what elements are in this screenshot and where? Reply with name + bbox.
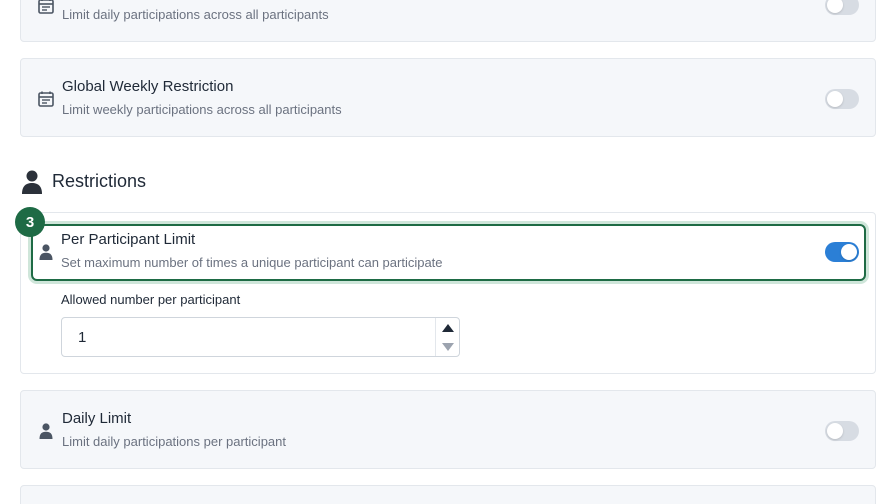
person-icon [37, 243, 55, 261]
global-daily-toggle[interactable] [825, 0, 859, 15]
daily-limit-description: Limit daily participations per participa… [62, 434, 286, 449]
daily-limit-toggle[interactable] [825, 421, 859, 441]
global-daily-card: Limit daily participations across all pa… [20, 0, 876, 42]
toggle-knob [841, 244, 857, 260]
calendar-icon [37, 0, 55, 15]
toggle-knob [827, 91, 843, 107]
per-participant-title: Per Participant Limit [61, 231, 196, 248]
per-participant-description: Set maximum number of times a unique par… [61, 255, 443, 270]
global-daily-description: Limit daily participations across all pa… [62, 7, 329, 22]
daily-limit-title: Daily Limit [62, 410, 132, 427]
global-weekly-title: Global Weekly Restriction [62, 78, 234, 95]
global-weekly-description: Limit weekly participations across all p… [62, 102, 342, 117]
per-participant-toggle[interactable] [825, 242, 859, 262]
allowed-number-input[interactable]: 1 [61, 317, 460, 357]
allowed-number-label: Allowed number per participant [61, 292, 241, 307]
global-weekly-card: Global Weekly Restriction Limit weekly p… [20, 58, 876, 137]
toggle-knob [827, 423, 843, 439]
decrement-arrow-icon[interactable] [442, 343, 454, 351]
person-icon [21, 169, 43, 195]
next-restriction-card [20, 485, 876, 504]
global-weekly-toggle[interactable] [825, 89, 859, 109]
person-icon [37, 422, 55, 440]
toggle-knob [827, 0, 843, 13]
per-participant-row[interactable]: Per Participant Limit Set maximum number… [31, 224, 866, 281]
number-stepper[interactable] [435, 318, 459, 356]
daily-limit-card: Daily Limit Limit daily participations p… [20, 390, 876, 469]
increment-arrow-icon[interactable] [442, 324, 454, 332]
allowed-number-value: 1 [78, 329, 87, 346]
step-badge: 3 [15, 207, 45, 237]
calendar-icon [37, 90, 55, 108]
section-heading: Restrictions [52, 171, 147, 191]
